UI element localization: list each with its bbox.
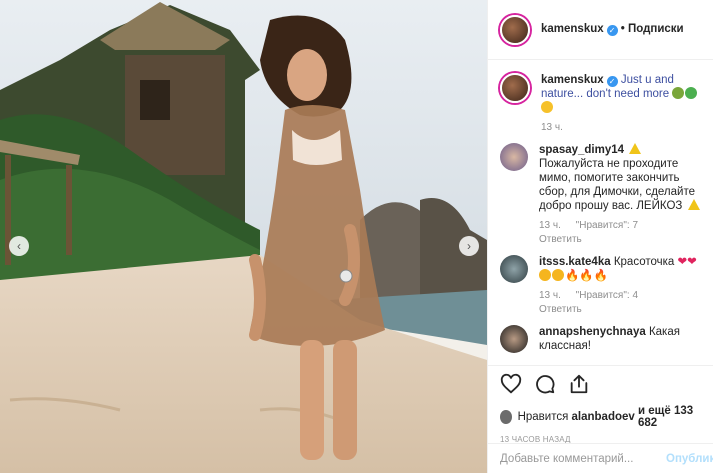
warning-icon [687,199,700,210]
likes-summary: Нравится alanbadoev и ещё 133 682 [500,405,702,429]
follow-status[interactable]: • Подписки [621,23,684,35]
avatar[interactable] [500,325,528,353]
emoji-heart-eyes-icon [552,269,564,281]
warning-icon [629,143,642,154]
emoji-palm-icon [685,87,698,99]
avatar[interactable] [500,255,528,283]
share-icon[interactable] [568,373,590,395]
post-photo[interactable]: ‹ › [0,0,487,473]
publish-button[interactable]: Опубликовать [666,453,713,465]
verified-icon: ✓ [606,25,618,36]
post-dialog: ‹ › kamenskux ✓ • Подписки kamenskux ✓ Jus… [0,0,713,473]
likes-prefix: Нравится [517,411,569,423]
comment-username[interactable]: annapshenychnaya [539,326,646,338]
list-item: spasay_dimy14 Пожалуйста не проходите ми… [500,143,704,247]
comment-input[interactable] [500,452,654,465]
comment-likes[interactable]: "Нравится": 7 [576,220,638,231]
post-sidebar: kamenskux ✓ • Подписки kamenskux ✓ Just u … [487,0,713,473]
post-header: kamenskux ✓ • Подписки [488,0,713,60]
caption-time[interactable]: 13 ч. [541,122,563,133]
comment-time[interactable]: 13 ч. [539,220,561,231]
emoji-heart-eyes-icon [539,269,551,281]
list-item: itsss.kate4ka Красоточка ❤❤ 🔥🔥🔥 13 ч. "Н… [500,255,704,317]
author-block: kamenskux ✓ • Подписки [541,23,684,36]
comment-username[interactable]: itsss.kate4ka [539,256,611,268]
author-username[interactable]: kamenskux [541,23,604,35]
caption: kamenskux ✓ Just u and nature... don't ne… [500,73,704,135]
reply-button[interactable]: Ответить [539,304,582,315]
reply-button[interactable]: Ответить [539,234,582,245]
emoji-sun-icon [541,101,553,113]
chevron-right-icon[interactable]: › [459,236,479,256]
comment-text: Пожалуйста не проходите мимо, помогите з… [539,158,695,212]
comments-list[interactable]: kamenskux ✓ Just u and nature... don't ne… [488,61,713,365]
comment-icon[interactable] [534,373,556,395]
avatar[interactable] [500,14,530,45]
heart-icon[interactable] [500,373,522,395]
chevron-left-icon[interactable]: ‹ [9,236,29,256]
fire-emoji-icon: 🔥🔥🔥 [565,270,608,282]
comment-time[interactable]: 13 ч. [539,290,561,301]
add-comment-bar: Опубликовать [488,443,713,473]
avatar [500,410,512,424]
likes-count[interactable]: и ещё 133 682 [638,405,702,429]
list-item: annapshenychnaya Какая классная! [500,325,704,353]
emoji-coconut-icon [672,87,685,99]
verified-icon: ✓ [606,76,618,87]
heart-emoji-icon: ❤❤ [677,256,697,268]
comment-likes[interactable]: "Нравится": 4 [576,290,638,301]
likes-user[interactable]: alanbadoev [572,411,635,423]
comment-username[interactable]: spasay_dimy14 [539,144,624,156]
comment-username[interactable]: kamenskux [541,74,604,86]
comment-text: Красоточка [613,256,675,268]
avatar[interactable] [500,143,528,171]
avatar[interactable] [500,73,530,103]
